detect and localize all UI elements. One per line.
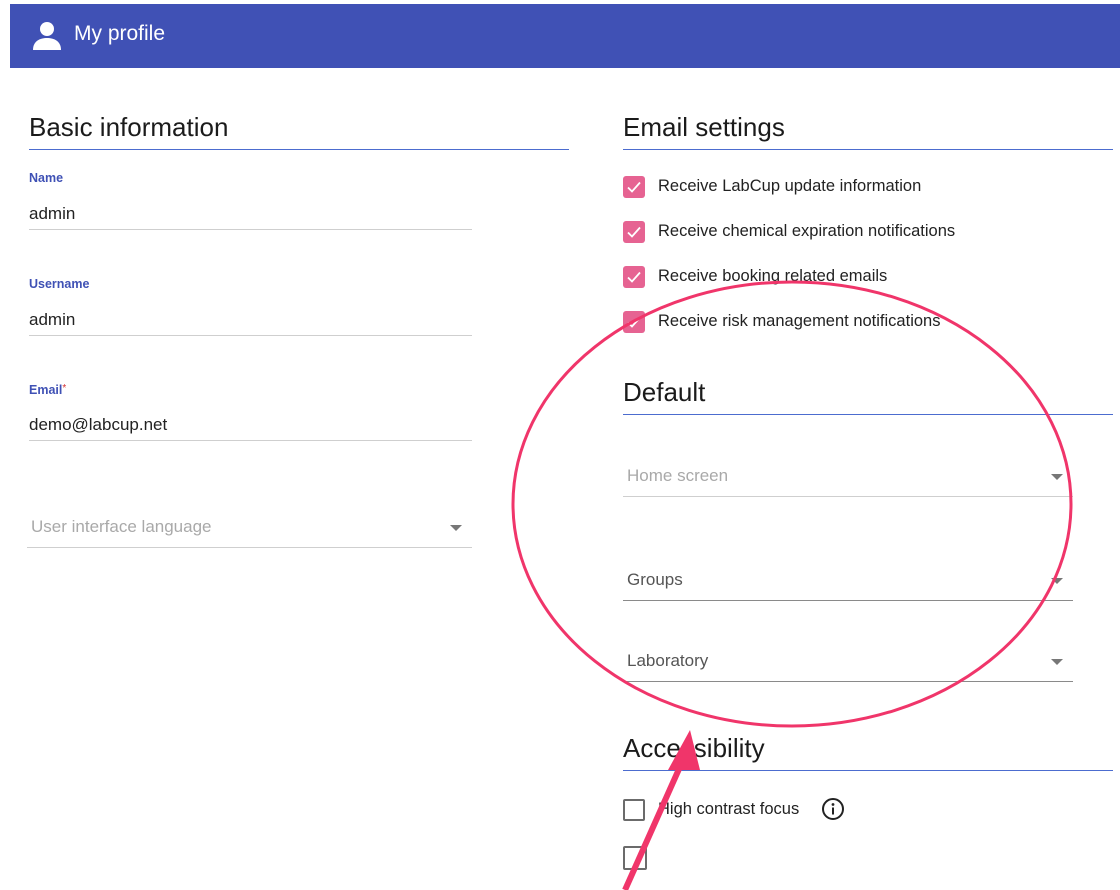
checkbox-unchecked[interactable]	[623, 846, 647, 870]
laboratory-select[interactable]: Laboratory	[623, 641, 1073, 682]
person-icon	[33, 22, 61, 50]
chevron-down-icon	[1051, 578, 1063, 584]
email-settings-heading: Email settings	[623, 112, 1113, 150]
required-mark: *	[62, 383, 67, 394]
groups-select[interactable]: Groups	[623, 560, 1073, 601]
email-label: Email*	[29, 383, 66, 397]
language-select[interactable]: User interface language	[27, 507, 472, 548]
username-field[interactable]: admin	[29, 310, 75, 330]
accessibility-heading: Accessibility	[623, 733, 1113, 771]
checkbox-label: Receive chemical expiration notification…	[658, 222, 956, 240]
info-icon[interactable]	[821, 797, 845, 821]
chevron-down-icon	[450, 525, 462, 531]
checkbox-label: Receive risk management notifications	[658, 312, 941, 330]
email-label-text: Email	[29, 383, 63, 397]
email-field[interactable]: demo@labcup.net	[29, 415, 167, 435]
chevron-down-icon	[1051, 474, 1063, 480]
name-label: Name	[29, 171, 64, 185]
annotation-arrow	[622, 758, 686, 890]
checkbox-checked[interactable]	[623, 266, 645, 288]
check-icon	[627, 181, 641, 193]
page-title: My profile	[74, 22, 166, 45]
checkbox-label: Receive LabCup update information	[658, 177, 922, 195]
check-icon	[627, 226, 641, 238]
name-field-underline	[29, 229, 472, 230]
check-icon	[627, 271, 641, 283]
checkbox-checked[interactable]	[623, 311, 645, 333]
check-icon	[627, 316, 641, 328]
basic-info-heading: Basic information	[29, 112, 569, 150]
home-screen-select[interactable]: Home screen	[623, 456, 1073, 497]
checkbox-label: Receive booking related emails	[658, 267, 888, 285]
username-field-underline	[29, 335, 472, 336]
name-field[interactable]: admin	[29, 204, 75, 224]
checkbox-label: High contrast focus	[658, 800, 800, 818]
checkbox-unchecked[interactable]	[623, 799, 645, 821]
username-label: Username	[29, 277, 90, 291]
checkbox-checked[interactable]	[623, 176, 645, 198]
groups-label: Groups	[627, 570, 683, 589]
email-field-underline	[29, 440, 472, 441]
home-screen-placeholder: Home screen	[627, 466, 729, 485]
checkbox-checked[interactable]	[623, 221, 645, 243]
chevron-down-icon	[1051, 659, 1063, 665]
default-heading: Default	[623, 377, 1113, 415]
laboratory-label: Laboratory	[627, 651, 709, 670]
app-header: My profile	[10, 4, 1120, 68]
language-select-placeholder: User interface language	[31, 517, 212, 536]
